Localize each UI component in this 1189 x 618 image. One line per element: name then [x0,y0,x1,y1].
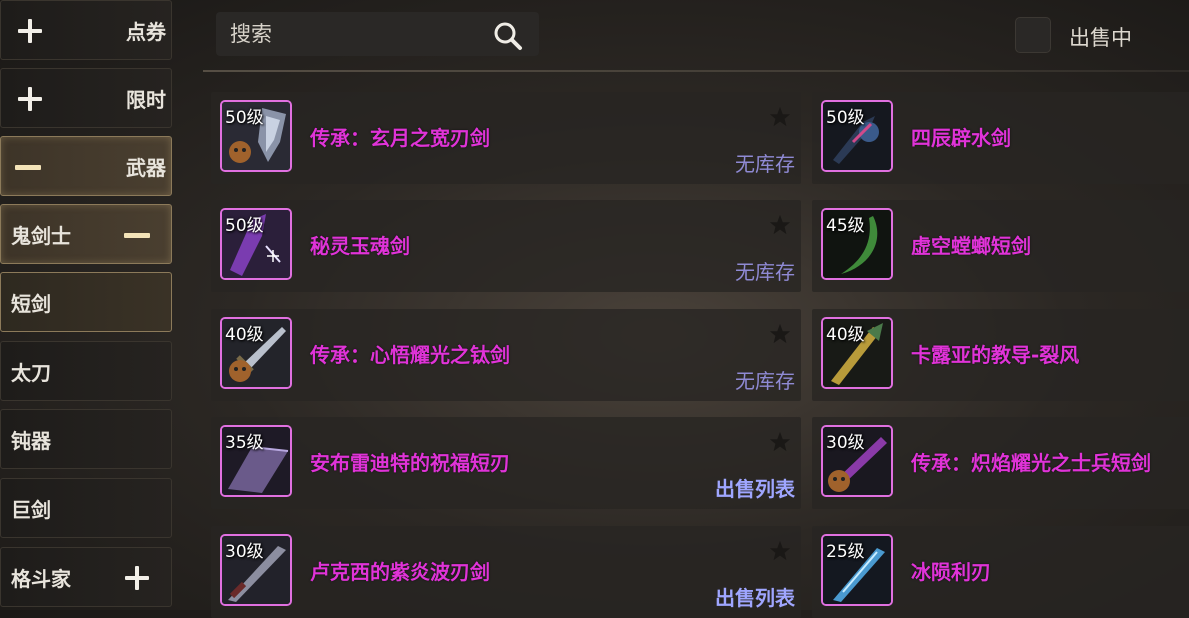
item-name: 传承：玄月之宽刃剑 [310,126,490,150]
item-level: 50级 [225,216,264,236]
minus-icon [124,223,150,247]
item-level: 40级 [225,325,264,345]
plus-icon [18,19,42,43]
item-card[interactable]: 50级 秘灵玉魂剑 无库存 [211,200,801,292]
item-level: 50级 [225,108,264,128]
sidebar-item-label: 短剑 [11,291,51,316]
item-level: 30级 [225,542,264,562]
item-card[interactable]: 50级 传承：玄月之宽刃剑 无库存 [211,92,801,184]
item-thumbnail: 40级 [220,317,292,389]
item-card[interactable]: 30级 传承：炽焰耀光之士兵短剑 [812,417,1189,509]
item-card[interactable]: 40级 卡露亚的教导-裂风 [812,309,1189,401]
item-name: 传承：炽焰耀光之士兵短剑 [911,451,1151,475]
item-level: 50级 [826,108,865,128]
sidebar-item-label: 鬼剑士 [11,223,71,248]
item-thumbnail: 40级 [821,317,893,389]
sidebar-item-weapon[interactable]: 武器 [0,136,172,196]
item-card[interactable]: 40级 传承：心悟耀光之钛剑 无库存 [211,309,801,401]
item-card[interactable]: 50级 四辰辟水剑 [812,92,1189,184]
item-card[interactable]: 35级 安布雷迪特的祝福短刃 出售列表 [211,417,801,509]
item-level: 35级 [225,433,264,453]
star-icon[interactable] [769,214,791,236]
item-card[interactable]: 45级 虚空螳螂短剑 [812,200,1189,292]
item-thumbnail: 30级 [821,425,893,497]
sidebar-item-label: 巨剑 [11,497,51,522]
star-icon[interactable] [769,323,791,345]
plus-icon [125,566,149,590]
item-name: 传承：心悟耀光之钛剑 [310,343,510,367]
item-level: 25级 [826,542,865,562]
sidebar-item-label: 太刀 [11,360,51,385]
star-icon[interactable] [769,540,791,562]
item-name: 秘灵玉魂剑 [310,234,410,258]
item-name: 卢克西的紫炎波刃剑 [310,560,490,584]
sidebar-item-label: 限时 [126,87,166,112]
item-name: 安布雷迪特的祝福短刃 [310,451,510,475]
item-card[interactable]: 25级 冰陨利刃 [812,526,1189,618]
item-name: 四辰辟水剑 [911,126,1011,150]
item-thumbnail: 50级 [220,208,292,280]
on-sale-label: 出售中 [1069,26,1132,50]
item-thumbnail: 50级 [220,100,292,172]
item-thumbnail: 50级 [821,100,893,172]
divider [203,70,1189,72]
search-icon[interactable] [493,21,523,51]
sidebar-item-label: 钝器 [11,428,51,453]
minus-icon [15,155,41,179]
sidebar-item-coupon[interactable]: 点券 [0,0,172,60]
plus-icon [18,87,42,111]
item-thumbnail: 35级 [220,425,292,497]
sale-list-link[interactable]: 出售列表 [715,473,795,502]
sidebar-item-blunt[interactable]: 钝器 [0,409,172,469]
on-sale-checkbox[interactable] [1015,17,1051,53]
item-level: 40级 [826,325,865,345]
item-thumbnail: 25级 [821,534,893,606]
item-level: 30级 [826,433,865,453]
sidebar-item-short-sword[interactable]: 短剑 [0,272,172,332]
sidebar-item-slayer[interactable]: 鬼剑士 [0,204,172,264]
search-input[interactable] [228,21,482,47]
stock-status: 无库存 [735,152,795,176]
stock-status: 无库存 [735,369,795,393]
item-thumbnail: 30级 [220,534,292,606]
sidebar-item-greatsword[interactable]: 巨剑 [0,478,172,538]
category-sidebar: 点券 限时 武器 鬼剑士 短剑 太刀 钝器 巨剑 格斗家 [0,0,175,610]
item-thumbnail: 45级 [821,208,893,280]
sidebar-item-fighter[interactable]: 格斗家 [0,547,172,607]
item-card[interactable]: 30级 卢克西的紫炎波刃剑 出售列表 [211,526,801,618]
star-icon[interactable] [769,431,791,453]
sidebar-item-label: 武器 [126,155,166,180]
sidebar-item-label: 点券 [126,19,166,44]
item-name: 卡露亚的教导-裂风 [911,343,1080,367]
sidebar-item-katana[interactable]: 太刀 [0,341,172,401]
stock-status: 无库存 [735,260,795,284]
sale-list-link[interactable]: 出售列表 [715,582,795,611]
star-icon[interactable] [769,106,791,128]
item-name: 虚空螳螂短剑 [911,234,1031,258]
item-level: 45级 [826,216,865,236]
search-bar[interactable] [216,12,539,56]
sidebar-item-limited[interactable]: 限时 [0,68,172,128]
sidebar-item-label: 格斗家 [11,566,71,591]
item-name: 冰陨利刃 [911,560,991,584]
